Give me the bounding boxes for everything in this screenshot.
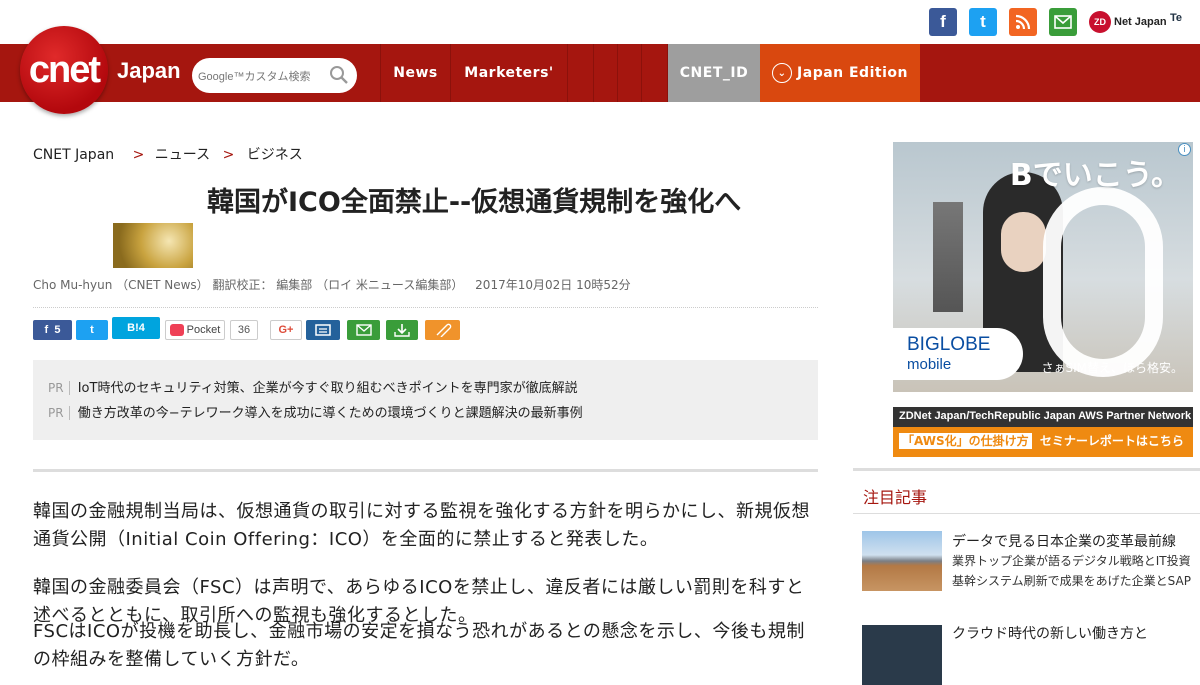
banner-cta: セミナーレポートはこちら (1039, 434, 1184, 448)
search-input[interactable]: Google™カスタム検索 (192, 58, 357, 93)
zdnet-logo-icon: ZD (1089, 11, 1111, 33)
nav-empty-4[interactable] (641, 44, 668, 102)
hatena-bookmark-button[interactable]: B! 4 (112, 317, 160, 339)
nav-empty-1[interactable] (567, 44, 593, 102)
breadcrumb-separator: > (222, 147, 235, 163)
sidebar-article-sub: 業界トップ企業が語るデジタル戦略とIT投資 (952, 554, 1191, 568)
print-button[interactable] (306, 320, 340, 340)
edition-label: Japan Edition (797, 65, 908, 81)
seminar-banner[interactable]: ZDNet Japan/TechRepublic Japan AWS Partn… (893, 407, 1193, 457)
sidebar-article-image (862, 531, 942, 591)
save-button[interactable] (386, 320, 418, 340)
breadcrumb: CNET Japan > ニュース > ビジネス (33, 144, 303, 164)
zdnet-label: Net Japan (1114, 16, 1167, 28)
cnet-logo[interactable]: cnet (20, 26, 108, 114)
facebook-icon[interactable]: f (929, 8, 957, 36)
pr-link[interactable]: PR IoT時代のセキュリティ対策、企業が今すぐ取り組むべきポイントを専門家が徹… (48, 377, 578, 396)
pr-text: IoT時代のセキュリティ対策、企業が今すぐ取り組むべきポイントを専門家が徹底解説 (77, 381, 578, 396)
hatena-count: 4 (138, 322, 145, 334)
twitter-icon: t (90, 324, 94, 336)
article-paragraph: 韓国の金融規制当局は、仮想通貨の取引に対する監視を強化する方針を明らかにし、新規… (33, 501, 810, 550)
article-byline: Cho Mu-hyun （CNET News） 翻訳校正： 編集部 （ロイ 米ニ… (33, 276, 631, 293)
breadcrumb-business[interactable]: ビジネス (247, 147, 303, 163)
pocket-count: 36 (230, 320, 258, 340)
twitter-icon[interactable]: t (969, 8, 997, 36)
sidebar-ad[interactable]: Bでいこう。 i BIGLOBE mobile さぁSIM替え、ほら格安。 (893, 142, 1193, 392)
breadcrumb-separator: > (132, 147, 145, 163)
print-icon (315, 324, 331, 336)
pr-box: PR IoT時代のセキュリティ対策、企業が今すぐ取り組むべきポイントを専門家が徹… (33, 360, 818, 440)
nav-marketers[interactable]: Marketers' (450, 44, 567, 102)
globe-icon: ⌄ (772, 63, 793, 83)
facebook-icon: f (44, 324, 55, 336)
google-plus-button[interactable]: G+ (270, 320, 302, 340)
techrepublic-link[interactable]: Te (1170, 12, 1182, 24)
search-icon[interactable] (329, 65, 349, 85)
twitter-share-button[interactable]: t (76, 320, 108, 340)
ad-info-icon[interactable]: i (1178, 143, 1191, 156)
mail-icon (355, 324, 372, 336)
article-title: 韓国がICO全面禁止--仮想通貨規制を強化へ (207, 187, 742, 218)
ad-brand-name: BIGLOBE (907, 334, 991, 355)
hatena-icon: B! (127, 322, 139, 334)
publish-date: 2017年10月02日 10時52分 (475, 278, 631, 292)
zdnet-link[interactable]: ZD Net Japan (1089, 8, 1167, 36)
divider (33, 307, 818, 308)
pocket-button[interactable]: Pocket (165, 320, 225, 340)
breadcrumb-news[interactable]: ニュース (155, 147, 210, 163)
utility-bar: f t ZD Net Japan Te (0, 0, 1200, 44)
email-share-button[interactable] (347, 320, 380, 340)
sidebar-section-header: 注目記事 (853, 468, 1200, 514)
sidebar-section-title: 注目記事 (863, 488, 928, 507)
clip-button[interactable] (425, 320, 460, 340)
pr-link[interactable]: PR 働き方改革の今−テレワーク導入を成功に導くための環境づくりと課題解決の最新… (48, 402, 583, 421)
nav-edition[interactable]: ⌄ Japan Edition (760, 44, 920, 102)
article-thumbnail (113, 223, 193, 268)
facebook-share-button[interactable]: f 5 (33, 320, 72, 340)
facebook-count: 5 (54, 324, 61, 336)
ad-tagline: さぁSIM替え、ほら格安。 (1041, 361, 1183, 375)
ad-brand: BIGLOBE mobile (893, 328, 1023, 380)
banner-bottom: 「AWS化」の仕掛け方 セミナーレポートはこちら (893, 427, 1193, 457)
ad-headline: Bでいこう。 (1009, 158, 1181, 193)
author: Cho Mu-hyun （CNET News） 翻訳校正： 編集部 （ロイ 米ニ… (33, 278, 464, 292)
banner-top: ZDNet Japan/TechRepublic Japan AWS Partn… (893, 407, 1193, 427)
sidebar-article-title: クラウド時代の新しい働き方と (952, 626, 1148, 642)
sidebar-article-sub: 基幹システム刷新で成果をあげた企業とSAP (952, 574, 1191, 588)
ad-model-face (1001, 212, 1046, 272)
logo-region: Japan (117, 58, 181, 83)
rss-icon[interactable] (1009, 8, 1037, 36)
clip-icon (436, 323, 451, 337)
section-divider (33, 469, 818, 472)
nav-empty-2[interactable] (593, 44, 617, 102)
download-icon (394, 324, 410, 337)
pr-tag: PR (48, 406, 70, 420)
banner-highlight: 「AWS化」の仕掛け方 (899, 433, 1032, 449)
mail-icon[interactable] (1049, 8, 1077, 36)
pocket-icon (169, 324, 184, 336)
nav-news[interactable]: News (380, 44, 450, 102)
ad-b-shape (1043, 187, 1163, 377)
breadcrumb-home[interactable]: CNET Japan (33, 147, 114, 163)
nav-empty-3[interactable] (617, 44, 641, 102)
nav-cnet-id[interactable]: CNET_ID (668, 44, 760, 102)
ad-illustration (933, 202, 963, 312)
pocket-label: Pocket (186, 324, 221, 336)
search-placeholder: Google™カスタム検索 (198, 71, 311, 83)
sidebar-article-title: データで見る日本企業の変革最前線 (952, 534, 1176, 550)
sidebar-article-image (862, 625, 942, 685)
pr-text: 働き方改革の今−テレワーク導入を成功に導くための環境づくりと課題解決の最新事例 (77, 406, 583, 421)
pr-tag: PR (48, 381, 70, 395)
ad-brand-sub: mobile (907, 356, 952, 373)
article-paragraph: FSCはICOが投機を助長し、金融市場の安定を損なう恐れがあるとの懸念を示し、今… (33, 621, 805, 670)
